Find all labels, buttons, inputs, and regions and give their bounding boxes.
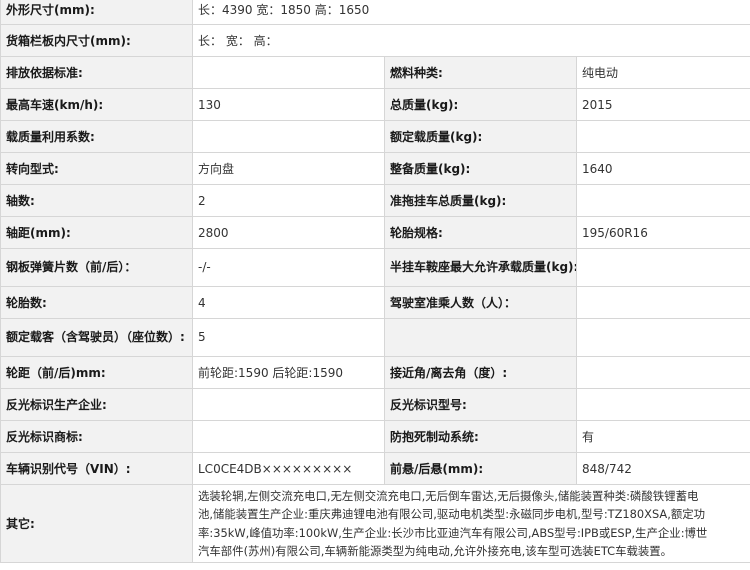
notes-label: 其它:: [0, 484, 193, 563]
spec-label: 钢板弹簧片数（前/后）：: [0, 248, 193, 287]
spec-value: 1640: [576, 152, 750, 185]
spec-row: 排放依据标准: 燃料种类: 纯电动: [0, 56, 750, 89]
spec-label: 前悬/后悬(mm):: [384, 452, 577, 485]
spec-label: 准拖挂车总质量(kg):: [384, 184, 577, 217]
spec-row: 轴距(mm): 2800 轮胎规格: 195/60R16: [0, 216, 750, 249]
spec-value: [192, 388, 385, 421]
cargo-row: 货箱栏板内尺寸(mm): 长： 宽： 高：: [0, 24, 750, 57]
spec-label: 轮距（前/后)mm:: [0, 356, 193, 389]
dims-row: 外形尺寸(mm): 长：4390 宽：1850 高：1650: [0, 0, 750, 25]
spec-value: 方向盘: [192, 152, 385, 185]
spec-value: [192, 56, 385, 89]
spec-value: [192, 420, 385, 453]
spec-value: 195/60R16: [576, 216, 750, 249]
spec-label: 反光标识商标:: [0, 420, 193, 453]
spec-sheet: 外形尺寸(mm): 长：4390 宽：1850 高：1650 货箱栏板内尺寸(m…: [0, 0, 750, 570]
spec-label: 总质量(kg):: [384, 88, 577, 121]
spec-value: LC0CE4DB×××××××××: [192, 452, 385, 485]
notes-line: 池,储能装置生产企业:重庆弗迪锂电池有限公司,驱动电机类型:永磁同步电机,型号:…: [198, 507, 705, 521]
spec-value: [576, 248, 750, 287]
dims-value: 长：4390 宽：1850 高：1650: [192, 0, 750, 25]
spec-value: 130: [192, 88, 385, 121]
dims-label: 外形尺寸(mm):: [0, 0, 193, 25]
spec-row: 最高车速(km/h): 130 总质量(kg): 2015: [0, 88, 750, 121]
spec-row: 轴数: 2 准拖挂车总质量(kg):: [0, 184, 750, 217]
spec-value: [192, 120, 385, 153]
spec-value: 4: [192, 286, 385, 319]
spec-value: 2800: [192, 216, 385, 249]
spec-label: 反光标识型号:: [384, 388, 577, 421]
spec-row: 车辆识别代号（VIN）: LC0CE4DB××××××××× 前悬/后悬(mm): 8…: [0, 452, 750, 485]
spec-value: [576, 356, 750, 389]
spec-label: 额定载客（含驾驶员）（座位数）:: [0, 318, 193, 357]
spec-row: 转向型式: 方向盘 整备质量(kg): 1640: [0, 152, 750, 185]
spec-label: 转向型式:: [0, 152, 193, 185]
spec-label: 轴数:: [0, 184, 193, 217]
spec-row: 反光标识商标: 防抱死制动系统: 有: [0, 420, 750, 453]
spec-label: 最高车速(km/h):: [0, 88, 193, 121]
spec-label: 轮胎规格:: [384, 216, 577, 249]
spec-value: [576, 184, 750, 217]
spec-label: 轴距(mm):: [0, 216, 193, 249]
spec-label: 防抱死制动系统:: [384, 420, 577, 453]
spec-value: -/-: [192, 248, 385, 287]
spec-label: 半挂车鞍座最大允许承载质量(kg):: [384, 248, 577, 287]
spec-row: 反光标识生产企业: 反光标识型号:: [0, 388, 750, 421]
vehicle-spec-table: 外形尺寸(mm): 长：4390 宽：1850 高：1650 货箱栏板内尺寸(m…: [0, 0, 750, 563]
notes-line: 汽车部件(苏州)有限公司,车辆新能源类型为纯电动,允许外接充电,该车型可选装ET…: [198, 544, 673, 558]
spec-row: 轮胎数: 4 驾驶室准乘人数（人）：: [0, 286, 750, 319]
cargo-label: 货箱栏板内尺寸(mm):: [0, 24, 193, 57]
spec-label: [384, 318, 577, 357]
spec-value: 2015: [576, 88, 750, 121]
spec-row: 载质量利用系数: 额定载质量(kg):: [0, 120, 750, 153]
spec-value: [576, 286, 750, 319]
spec-value: [576, 318, 750, 357]
spec-value: 有: [576, 420, 750, 453]
cargo-value: 长： 宽： 高：: [192, 24, 750, 57]
spec-label: 反光标识生产企业:: [0, 388, 193, 421]
spec-value: [576, 388, 750, 421]
notes-value: 选装轮辋,左侧交流充电口,无左侧交流充电口,无后倒车雷达,无后摄像头,储能装置种…: [192, 484, 750, 563]
spec-label: 轮胎数:: [0, 286, 193, 319]
spec-value: 纯电动: [576, 56, 750, 89]
notes-line: 选装轮辋,左侧交流充电口,无左侧交流充电口,无后倒车雷达,无后摄像头,储能装置种…: [198, 488, 699, 503]
spec-value: 2: [192, 184, 385, 217]
spec-row: 钢板弹簧片数（前/后）： -/- 半挂车鞍座最大允许承载质量(kg):: [0, 248, 750, 287]
spec-label: 燃料种类:: [384, 56, 577, 89]
spec-row: 轮距（前/后)mm: 前轮距:1590 后轮距:1590 接近角/离去角（度）:: [0, 356, 750, 389]
spec-row: 额定载客（含驾驶员）（座位数）: 5: [0, 318, 750, 357]
spec-label: 驾驶室准乘人数（人）：: [384, 286, 577, 319]
spec-label: 车辆识别代号（VIN）:: [0, 452, 193, 485]
spec-label: 额定载质量(kg):: [384, 120, 577, 153]
spec-value: 848/742: [576, 452, 750, 485]
spec-value: 前轮距:1590 后轮距:1590: [192, 356, 385, 389]
notes-line: 率:35kW,峰值功率:100kW,生产企业:长沙市比亚迪汽车有限公司,ABS型…: [198, 525, 708, 540]
spec-label: 排放依据标准:: [0, 56, 193, 89]
spec-value: [576, 120, 750, 153]
notes-row: 其它: 选装轮辋,左侧交流充电口,无左侧交流充电口,无后倒车雷达,无后摄像头,储能…: [0, 484, 750, 563]
spec-value: 5: [192, 318, 385, 357]
spec-label: 接近角/离去角（度）:: [384, 356, 577, 389]
spec-label: 整备质量(kg):: [384, 152, 577, 185]
spec-label: 载质量利用系数:: [0, 120, 193, 153]
